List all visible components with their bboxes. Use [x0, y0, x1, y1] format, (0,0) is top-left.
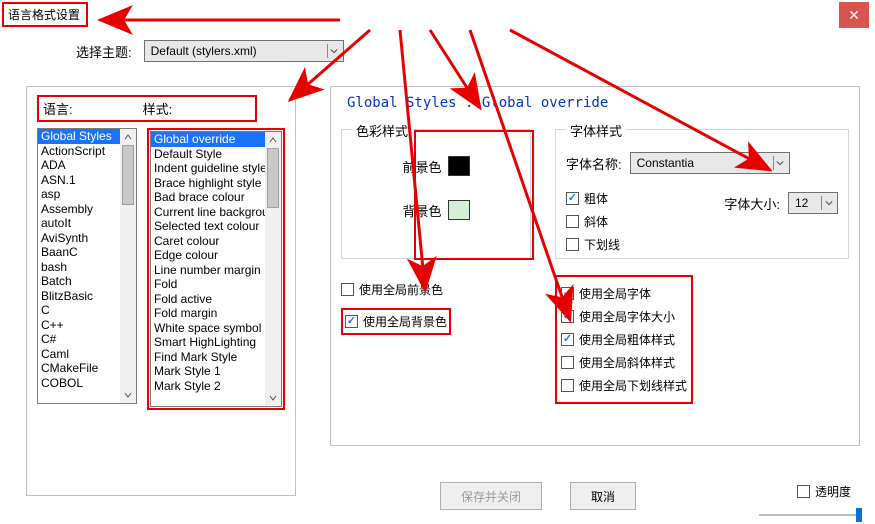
theme-label: 选择主题:: [76, 42, 132, 61]
scroll-down-icon[interactable]: [265, 390, 281, 406]
language-listbox[interactable]: Global StylesActionScriptADAASN.1aspAsse…: [37, 128, 137, 404]
list-item[interactable]: Batch: [38, 274, 120, 289]
transparency-checkbox[interactable]: 透明度: [797, 483, 851, 500]
use-global-italic-checkbox[interactable]: 使用全局斜体样式: [561, 354, 687, 371]
list-item[interactable]: Global Styles: [38, 129, 120, 144]
list-item[interactable]: Mark Style 1: [151, 364, 265, 379]
list-item[interactable]: Smart HighLighting: [151, 335, 265, 350]
list-item[interactable]: Edge colour: [151, 248, 265, 263]
list-item[interactable]: COBOL: [38, 376, 120, 391]
list-item[interactable]: bash: [38, 260, 120, 275]
font-legend: 字体样式: [566, 121, 626, 140]
list-item[interactable]: Fold: [151, 277, 265, 292]
list-item[interactable]: CMakeFile: [38, 361, 120, 376]
font-size-select[interactable]: 12: [788, 192, 838, 214]
list-item[interactable]: Line number margin: [151, 263, 265, 278]
list-item[interactable]: Current line background: [151, 205, 265, 220]
list-item[interactable]: Assembly: [38, 202, 120, 217]
list-item[interactable]: autoIt: [38, 216, 120, 231]
chevron-down-icon: [327, 44, 341, 58]
style-listbox[interactable]: Global overrideDefault StyleIndent guide…: [150, 131, 282, 407]
list-item[interactable]: ASN.1: [38, 173, 120, 188]
list-item[interactable]: Caret colour: [151, 234, 265, 249]
close-button[interactable]: ✕: [839, 2, 869, 28]
theme-select[interactable]: Default (stylers.xml): [144, 40, 344, 62]
list-item[interactable]: Selected text colour: [151, 219, 265, 234]
transparency-slider[interactable]: [759, 506, 859, 524]
list-item[interactable]: Fold margin: [151, 306, 265, 321]
list-item[interactable]: Indent guideline style: [151, 161, 265, 176]
use-global-size-checkbox[interactable]: 使用全局字体大小: [561, 308, 687, 325]
save-button[interactable]: 保存并关闭: [440, 482, 542, 510]
italic-checkbox[interactable]: 斜体: [566, 213, 620, 230]
use-global-fg-checkbox[interactable]: 使用全局前景色: [341, 281, 531, 298]
theme-value: Default (stylers.xml): [151, 44, 257, 58]
list-item[interactable]: AviSynth: [38, 231, 120, 246]
list-item[interactable]: Default Style: [151, 147, 265, 162]
chevron-down-icon: [773, 156, 787, 170]
list-item[interactable]: White space symbol: [151, 321, 265, 336]
cancel-button[interactable]: 取消: [570, 482, 636, 510]
scrollbar[interactable]: [120, 129, 136, 403]
list-item[interactable]: C: [38, 303, 120, 318]
language-header: 语言:: [43, 99, 73, 118]
list-item[interactable]: BaanC: [38, 245, 120, 260]
list-item[interactable]: Caml: [38, 347, 120, 362]
underline-checkbox[interactable]: 下划线: [566, 236, 620, 253]
list-item[interactable]: C++: [38, 318, 120, 333]
scroll-down-icon[interactable]: [120, 387, 136, 403]
breadcrumb: Global Styles : Global override: [347, 95, 847, 111]
list-item[interactable]: asp: [38, 187, 120, 202]
use-global-underline-checkbox[interactable]: 使用全局下划线样式: [561, 377, 687, 394]
list-item[interactable]: C#: [38, 332, 120, 347]
list-item[interactable]: Find Mark Style: [151, 350, 265, 365]
list-item[interactable]: Fold active: [151, 292, 265, 307]
use-global-bold-checkbox[interactable]: 使用全局粗体样式: [561, 331, 687, 348]
font-fieldset: 字体样式 字体名称: Constantia 粗体 斜体 下划线 字体大小: 12: [555, 129, 849, 259]
chevron-down-icon: [821, 196, 835, 210]
font-name-select[interactable]: Constantia: [630, 152, 790, 174]
list-item[interactable]: ActionScript: [38, 144, 120, 159]
style-header: 样式:: [143, 99, 173, 118]
list-item[interactable]: ADA: [38, 158, 120, 173]
list-item[interactable]: Brace highlight style: [151, 176, 265, 191]
use-global-font-checkbox[interactable]: 使用全局字体: [561, 285, 687, 302]
font-size-label: 字体大小:: [724, 194, 780, 213]
scroll-up-icon[interactable]: [120, 129, 136, 145]
scrollbar[interactable]: [265, 132, 281, 406]
list-item[interactable]: BlitzBasic: [38, 289, 120, 304]
color-legend: 色彩样式: [352, 121, 412, 140]
left-panel: 语言: 样式: Global StylesActionScriptADAASN.…: [26, 86, 296, 496]
right-panel: Global Styles : Global override 色彩样式 前景色…: [330, 86, 860, 446]
scroll-up-icon[interactable]: [265, 132, 281, 148]
font-name-label: 字体名称:: [566, 154, 622, 173]
window-title: 语言格式设置: [2, 2, 88, 27]
list-item[interactable]: Mark Style 2: [151, 379, 265, 394]
list-item[interactable]: Global override: [151, 132, 265, 147]
use-global-bg-checkbox[interactable]: 使用全局背景色: [345, 313, 447, 330]
bold-checkbox[interactable]: 粗体: [566, 190, 620, 207]
list-item[interactable]: Bad brace colour: [151, 190, 265, 205]
